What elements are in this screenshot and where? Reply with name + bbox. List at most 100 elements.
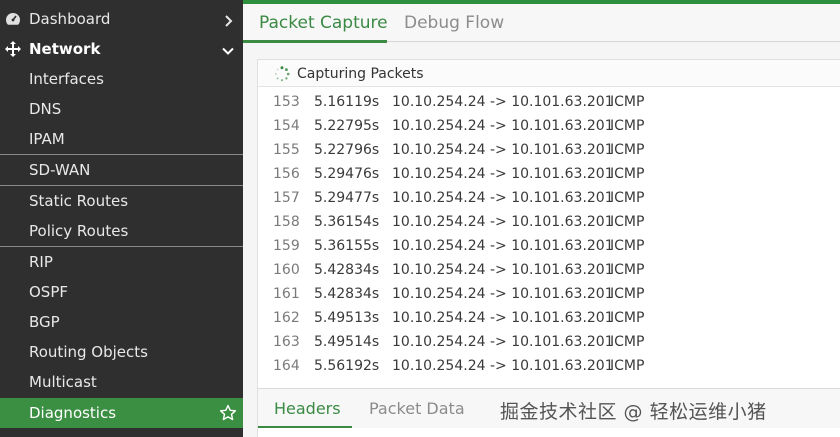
packet-flow: 10.10.254.24 -> 10.101.63.201 (392, 142, 614, 158)
sidebar-item-network[interactable]: Network (0, 34, 243, 64)
sidebar-item-diagnostics[interactable]: Diagnostics (0, 398, 243, 428)
sidebar-item-ospf[interactable]: OSPF (0, 277, 243, 307)
sidebar-item-interfaces[interactable]: Interfaces (0, 64, 243, 94)
sidebar-item-label: RIP (29, 253, 53, 271)
packet-number: 163 (273, 334, 300, 350)
packet-protocol: ICMP (610, 190, 645, 206)
packet-number: 157 (273, 190, 300, 206)
detail-content (258, 428, 840, 437)
packet-protocol: ICMP (610, 142, 645, 158)
packet-time: 5.42834s (314, 286, 380, 302)
packet-protocol: ICMP (610, 334, 645, 350)
detail-tab-bar: Headers Packet Data 掘金技术社区 @ 轻松运维小猪 (258, 388, 840, 429)
packet-flow: 10.10.254.24 -> 10.101.63.201 (392, 214, 614, 230)
sidebar-item-static-routes[interactable]: Static Routes (0, 186, 243, 216)
packet-flow: 10.10.254.24 -> 10.101.63.201 (392, 94, 614, 110)
packet-flow: 10.10.254.24 -> 10.101.63.201 (392, 358, 614, 374)
packet-time: 5.16119s (314, 94, 380, 110)
table-row[interactable]: 157 5.29477s 10.10.254.24 -> 10.101.63.2… (258, 186, 840, 210)
table-row[interactable]: 164 5.56192s 10.10.254.24 -> 10.101.63.2… (258, 354, 840, 378)
sidebar: Dashboard Network Interfaces DNS IPAM SD… (0, 0, 243, 437)
sidebar-item-policy-routes[interactable]: Policy Routes (0, 216, 243, 246)
chevron-down-icon (222, 43, 234, 55)
sidebar-item-label: Dashboard (29, 10, 111, 28)
capture-status-bar: Capturing Packets (258, 60, 840, 87)
table-row[interactable]: 163 5.49514s 10.10.254.24 -> 10.101.63.2… (258, 330, 840, 354)
packet-time: 5.56192s (314, 358, 380, 374)
sidebar-item-rip[interactable]: RIP (0, 247, 243, 277)
sidebar-item-label: Multicast (29, 373, 97, 391)
table-row[interactable]: 154 5.22795s 10.10.254.24 -> 10.101.63.2… (258, 114, 840, 138)
packet-time: 5.36155s (314, 238, 380, 254)
packet-time: 5.42834s (314, 262, 380, 278)
sidebar-item-label: Policy Routes (29, 222, 129, 240)
tab-debug-flow[interactable]: Debug Flow (404, 4, 504, 42)
packet-protocol: ICMP (610, 214, 645, 230)
sidebar-item-sd-wan[interactable]: SD-WAN (0, 155, 243, 185)
chevron-right-icon (222, 13, 234, 27)
table-row[interactable]: 161 5.42834s 10.10.254.24 -> 10.101.63.2… (258, 282, 840, 306)
tab-headers[interactable]: Headers (274, 389, 341, 429)
sidebar-item-label: SD-WAN (29, 161, 91, 179)
tab-bar: Packet Capture Debug Flow (243, 4, 840, 43)
sidebar-item-label: OSPF (29, 283, 69, 301)
packet-number: 162 (273, 310, 300, 326)
sidebar-item-label: DNS (29, 100, 62, 118)
packet-number: 153 (273, 94, 300, 110)
tab-packet-data[interactable]: Packet Data (369, 389, 465, 429)
packet-time: 5.22795s (314, 118, 380, 134)
table-row[interactable]: 155 5.22796s 10.10.254.24 -> 10.101.63.2… (258, 138, 840, 162)
packet-flow: 10.10.254.24 -> 10.101.63.201 (392, 190, 614, 206)
packet-time: 5.49514s (314, 334, 380, 350)
packet-protocol: ICMP (610, 238, 645, 254)
sidebar-item-routing-objects[interactable]: Routing Objects (0, 337, 243, 367)
tab-packet-capture[interactable]: Packet Capture (259, 4, 388, 42)
sidebar-item-label: Routing Objects (29, 343, 148, 361)
sidebar-item-label: Static Routes (29, 192, 129, 210)
sidebar-item-dashboard[interactable]: Dashboard (0, 4, 243, 34)
packet-protocol: ICMP (610, 262, 645, 278)
packet-flow: 10.10.254.24 -> 10.101.63.201 (392, 238, 614, 254)
capture-panel: 152 5.16118s 10.10.254.24 -> 10.101.63.2… (257, 59, 840, 437)
packet-protocol: ICMP (610, 166, 645, 182)
sidebar-item-label: Interfaces (29, 70, 104, 88)
packet-protocol: ICMP (610, 94, 645, 110)
packet-number: 164 (273, 358, 300, 374)
watermark-text: 掘金技术社区 @ 轻松运维小猪 (500, 401, 767, 423)
sidebar-item-label: Network (29, 40, 101, 58)
packet-list[interactable]: 152 5.16118s 10.10.254.24 -> 10.101.63.2… (258, 78, 840, 388)
star-icon[interactable] (219, 404, 237, 422)
table-row[interactable]: 160 5.42834s 10.10.254.24 -> 10.101.63.2… (258, 258, 840, 282)
packet-number: 160 (273, 262, 300, 278)
table-row[interactable]: 159 5.36155s 10.10.254.24 -> 10.101.63.2… (258, 234, 840, 258)
packet-time: 5.22796s (314, 142, 380, 158)
packet-number: 159 (273, 238, 300, 254)
packet-number: 155 (273, 142, 300, 158)
move-arrows-icon (5, 41, 21, 57)
table-row[interactable]: 153 5.16119s 10.10.254.24 -> 10.101.63.2… (258, 90, 840, 114)
dashboard-icon (5, 11, 21, 27)
packet-flow: 10.10.254.24 -> 10.101.63.201 (392, 310, 614, 326)
sidebar-item-multicast[interactable]: Multicast (0, 367, 243, 397)
packet-flow: 10.10.254.24 -> 10.101.63.201 (392, 118, 614, 134)
sidebar-item-ipam[interactable]: IPAM (0, 124, 243, 154)
packet-protocol: ICMP (610, 358, 645, 374)
table-row[interactable]: 158 5.36154s 10.10.254.24 -> 10.101.63.2… (258, 210, 840, 234)
sidebar-item-bgp[interactable]: BGP (0, 307, 243, 337)
packet-flow: 10.10.254.24 -> 10.101.63.201 (392, 286, 614, 302)
sidebar-item-label: IPAM (29, 130, 65, 148)
packet-number: 161 (273, 286, 300, 302)
active-tab-indicator (243, 40, 387, 43)
packet-time: 5.29477s (314, 190, 380, 206)
table-row[interactable]: 156 5.29476s 10.10.254.24 -> 10.101.63.2… (258, 162, 840, 186)
sidebar-item-dns[interactable]: DNS (0, 94, 243, 124)
packet-flow: 10.10.254.24 -> 10.101.63.201 (392, 262, 614, 278)
sidebar-item-label: Diagnostics (29, 404, 117, 422)
packet-time: 5.49513s (314, 310, 380, 326)
sidebar-item-label: BGP (29, 313, 60, 331)
packet-time: 5.36154s (314, 214, 380, 230)
table-row[interactable]: 162 5.49513s 10.10.254.24 -> 10.101.63.2… (258, 306, 840, 330)
packet-number: 158 (273, 214, 300, 230)
packet-flow: 10.10.254.24 -> 10.101.63.201 (392, 334, 614, 350)
packet-protocol: ICMP (610, 118, 645, 134)
